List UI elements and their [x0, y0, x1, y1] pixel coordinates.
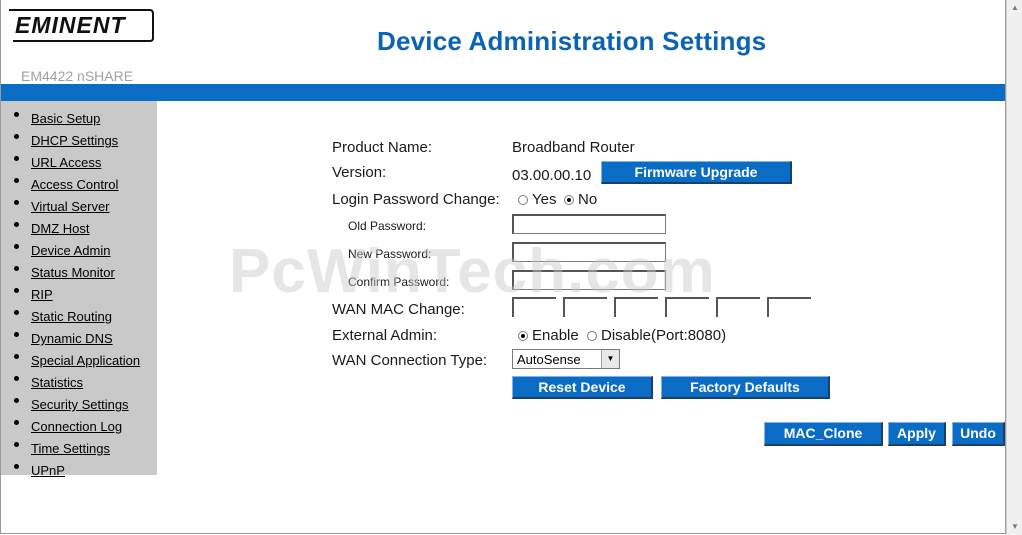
router-admin-page: EMINENT EM4422 nSHARE Device Administrat… — [0, 0, 1006, 534]
login-password-yes-label: Yes — [532, 191, 557, 208]
sidebar-link[interactable]: Access Control — [31, 177, 118, 192]
sidebar-link[interactable]: Security Settings — [31, 397, 129, 412]
wan-connection-type-value: AutoSense — [517, 352, 581, 367]
watermark-text: PcWinTech.com — [229, 237, 716, 306]
external-admin-enable-radio[interactable] — [518, 331, 528, 341]
wan-mac-octet-5[interactable] — [716, 297, 760, 317]
sidebar-link[interactable]: Special Application — [31, 353, 140, 368]
sidebar-link[interactable]: DMZ Host — [31, 221, 90, 236]
reset-device-button[interactable]: Reset Device — [512, 376, 653, 399]
sidebar-link[interactable]: Dynamic DNS — [31, 331, 113, 346]
bullet-icon — [14, 310, 19, 315]
wan-connection-type-label: WAN Connection Type: — [332, 352, 488, 369]
version-label: Version: — [332, 164, 387, 181]
external-admin-label: External Admin: — [332, 327, 438, 344]
sidebar-link[interactable]: Device Admin — [31, 243, 110, 258]
old-password-input[interactable] — [512, 214, 666, 234]
product-name-label: Product Name: — [332, 139, 433, 156]
sidebar-link[interactable]: Basic Setup — [31, 111, 100, 126]
chevron-down-icon[interactable]: ▼ — [601, 350, 619, 368]
external-admin-disable-label: Disable(Port:8080) — [601, 327, 727, 344]
product-name-value: Broadband Router — [512, 139, 635, 156]
sidebar-link[interactable]: Status Monitor — [31, 265, 115, 280]
old-password-label: Old Password: — [348, 219, 427, 233]
bullet-icon — [14, 354, 19, 359]
model-name: EM4422 nSHARE — [21, 68, 134, 84]
sidebar-link[interactable]: Virtual Server — [31, 199, 110, 214]
eminent-logo: EMINENT — [9, 9, 154, 42]
sidebar-link[interactable]: Statistics — [31, 375, 83, 390]
scroll-down-icon[interactable]: ▼ — [1007, 519, 1022, 535]
sidebar: Basic Setup DHCP Settings URL Access Acc… — [1, 101, 157, 478]
apply-button[interactable]: Apply — [888, 422, 946, 446]
wan-mac-octet-6[interactable] — [767, 297, 811, 317]
sidebar-link[interactable]: RIP — [31, 287, 53, 302]
bullet-icon — [14, 178, 19, 183]
version-value: 03.00.00.10 — [512, 167, 592, 184]
bullet-icon — [14, 266, 19, 271]
bullet-icon — [14, 288, 19, 293]
bullet-icon — [14, 398, 19, 403]
undo-button[interactable]: Undo — [952, 422, 1005, 446]
wan-connection-type-select[interactable]: AutoSense ▼ — [512, 349, 620, 369]
sidebar-link[interactable]: Time Settings — [31, 441, 110, 456]
scroll-up-icon[interactable]: ▲ — [1007, 0, 1022, 16]
external-admin-disable-radio[interactable] — [587, 331, 597, 341]
bullet-icon — [14, 112, 19, 117]
login-password-yes-radio[interactable] — [518, 195, 528, 205]
bullet-icon — [14, 376, 19, 381]
vertical-scrollbar[interactable]: ▲ ▼ — [1006, 0, 1022, 535]
sidebar-link[interactable]: URL Access — [31, 155, 101, 170]
bullet-icon — [14, 134, 19, 139]
factory-defaults-button[interactable]: Factory Defaults — [661, 376, 830, 399]
bullet-icon — [14, 442, 19, 447]
login-password-label: Login Password Change: — [332, 191, 500, 208]
sidebar-link[interactable]: Connection Log — [31, 419, 122, 434]
mac-clone-button[interactable]: MAC_Clone — [764, 422, 883, 446]
header-bar — [1, 84, 1005, 101]
bullet-icon — [14, 222, 19, 227]
logo-text: EMINENT — [15, 12, 126, 38]
bullet-icon — [14, 464, 19, 469]
bullet-icon — [14, 244, 19, 249]
login-password-no-radio[interactable] — [564, 195, 574, 205]
page-title: Device Administration Settings — [377, 26, 767, 56]
bullet-icon — [14, 200, 19, 205]
firmware-upgrade-button[interactable]: Firmware Upgrade — [601, 161, 792, 184]
bullet-icon — [14, 420, 19, 425]
external-admin-enable-label: Enable — [532, 327, 579, 344]
sidebar-link[interactable]: UPnP — [31, 463, 65, 478]
bullet-icon — [14, 332, 19, 337]
sidebar-link[interactable]: DHCP Settings — [31, 133, 118, 148]
login-password-no-label: No — [578, 191, 598, 208]
bullet-icon — [14, 156, 19, 161]
sidebar-link[interactable]: Static Routing — [31, 309, 112, 324]
